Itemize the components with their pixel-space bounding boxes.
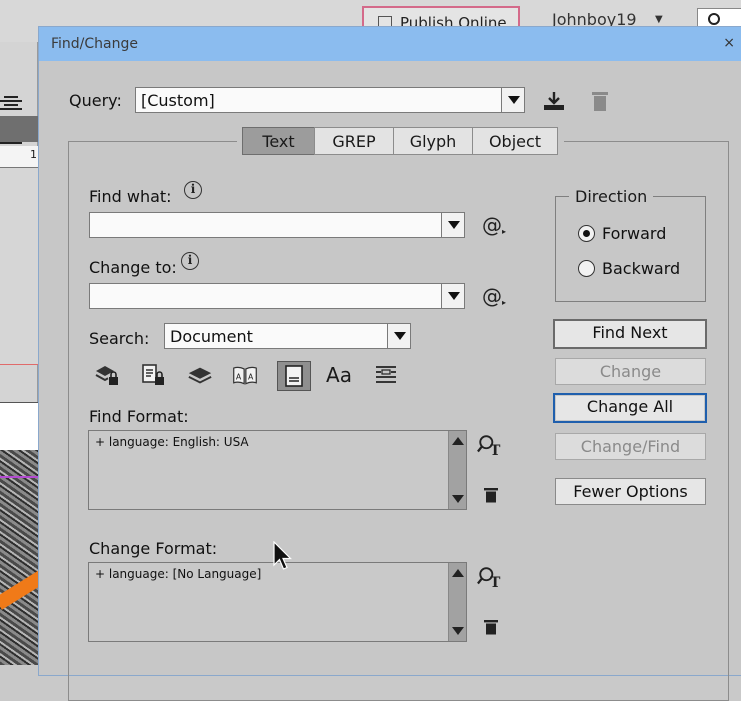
fewer-options-button[interactable]: Fewer Options — [555, 478, 706, 505]
canvas-pasteboard — [0, 168, 38, 364]
svg-text:A: A — [248, 372, 254, 381]
change-find-button[interactable]: Change/Find — [555, 433, 706, 460]
clear-find-format-icon[interactable] — [478, 482, 504, 508]
chevron-down-icon[interactable] — [501, 88, 524, 112]
mouse-cursor-icon — [273, 541, 292, 570]
svg-text:T: T — [490, 575, 501, 590]
direction-title: Direction — [569, 187, 654, 206]
include-footnotes-icon[interactable] — [277, 361, 311, 391]
include-master-pages-icon[interactable]: AA — [232, 362, 258, 388]
change-all-button[interactable]: Change All — [553, 393, 707, 423]
placed-image — [0, 450, 38, 665]
mode-tabs: Text GREP Glyph Object — [237, 127, 564, 155]
info-icon[interactable]: i — [181, 252, 199, 270]
direction-group — [555, 196, 706, 302]
forward-label[interactable]: Forward — [602, 224, 666, 243]
find-next-button[interactable]: Find Next — [553, 319, 707, 349]
specify-change-format-icon[interactable]: T — [477, 564, 503, 590]
find-format-box[interactable]: + language: English: USA — [88, 430, 467, 510]
radio-forward[interactable] — [578, 225, 595, 242]
whole-word-icon[interactable] — [373, 362, 399, 388]
scroll-down-icon[interactable] — [452, 627, 464, 635]
specify-find-format-icon[interactable]: T — [477, 432, 503, 458]
find-what-field[interactable] — [89, 212, 465, 238]
include-hidden-layers-icon[interactable] — [187, 362, 213, 388]
scroll-down-icon[interactable] — [452, 495, 464, 503]
chevron-down-icon[interactable] — [441, 213, 464, 237]
svg-text:A: A — [236, 372, 242, 381]
change-format-box[interactable]: + language: [No Language] — [88, 562, 467, 642]
find-change-dialog: Find/Change × Query: [Custom] Text GREP … — [38, 26, 741, 701]
tab-glyph[interactable]: Glyph — [393, 127, 473, 155]
info-icon[interactable]: i — [184, 181, 202, 199]
query-dropdown[interactable]: [Custom] — [135, 87, 525, 113]
close-button[interactable]: × — [723, 35, 735, 51]
scroll-up-icon[interactable] — [452, 437, 464, 445]
chevron-down-icon[interactable]: ▼ — [655, 14, 663, 25]
query-label: Query: — [69, 91, 122, 110]
save-query-icon[interactable] — [541, 88, 567, 114]
backward-label[interactable]: Backward — [602, 259, 680, 278]
svg-text:T: T — [490, 443, 501, 458]
frame-edge — [0, 476, 38, 478]
special-characters-icon[interactable]: @▸ — [482, 284, 506, 308]
case-sensitive-icon[interactable]: Aa — [326, 362, 352, 388]
margin-guide — [0, 364, 38, 365]
align-center-icon[interactable] — [0, 94, 22, 112]
dialog-title: Find/Change — [51, 36, 139, 52]
include-locked-layers-icon[interactable] — [94, 362, 120, 388]
tab-object[interactable]: Object — [472, 127, 558, 155]
search-label: Search: — [89, 329, 150, 348]
scrollbar[interactable] — [448, 431, 466, 509]
scroll-up-icon[interactable] — [452, 569, 464, 577]
tab-grep[interactable]: GREP — [314, 127, 394, 155]
dialog-titlebar[interactable]: Find/Change × — [39, 27, 741, 61]
find-format-text: + language: English: USA — [95, 435, 249, 449]
panel-header — [0, 116, 38, 142]
find-format-label: Find Format: — [89, 407, 189, 426]
include-locked-stories-icon[interactable] — [140, 362, 166, 388]
page-area — [0, 402, 38, 450]
special-characters-icon[interactable]: @▸ — [482, 213, 506, 237]
change-button[interactable]: Change — [555, 358, 706, 385]
change-format-label: Change Format: — [89, 539, 218, 558]
clear-change-format-icon[interactable] — [478, 614, 504, 640]
scrollbar[interactable] — [448, 563, 466, 641]
chevron-down-icon[interactable] — [441, 284, 464, 308]
tab-text[interactable]: Text — [242, 127, 315, 155]
ruler-number: 1 — [30, 148, 37, 161]
search-scope-dropdown[interactable]: Document — [164, 323, 411, 349]
delete-query-icon[interactable] — [587, 88, 613, 114]
search-icon — [708, 13, 720, 25]
radio-backward[interactable] — [578, 260, 595, 277]
change-to-label: Change to: — [89, 258, 177, 277]
find-what-label: Find what: — [89, 187, 172, 206]
chevron-down-icon[interactable] — [387, 324, 410, 348]
change-format-text: + language: [No Language] — [95, 567, 262, 581]
change-to-field[interactable] — [89, 283, 465, 309]
